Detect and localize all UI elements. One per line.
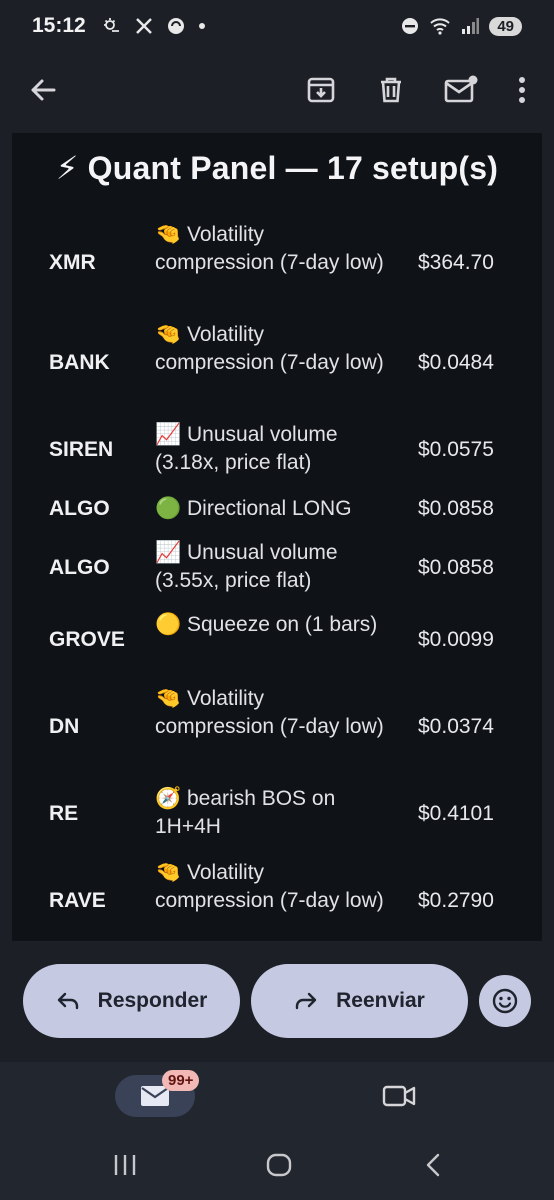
email-title: ⚡ Quant Panel — 17 setup(s) bbox=[55, 150, 499, 186]
reply-button[interactable]: Responder bbox=[23, 964, 240, 1038]
video-camera-icon bbox=[382, 1085, 416, 1107]
smiley-icon bbox=[492, 988, 518, 1014]
delete-button[interactable] bbox=[369, 68, 413, 112]
row-symbol: GROVE bbox=[49, 628, 125, 651]
row-text: Volatility compression (7-day low) bbox=[155, 687, 384, 738]
row-emoji: 📈 bbox=[155, 541, 182, 564]
unread-count-badge: 99+ bbox=[162, 1070, 200, 1091]
forward-button[interactable]: Reenviar bbox=[251, 964, 468, 1038]
row-price: $0.0858 bbox=[418, 497, 494, 520]
row-symbol: ALGO bbox=[49, 497, 110, 520]
row-description: 🤏 Volatility compression (7-day low) bbox=[155, 321, 385, 377]
bottom-navigation: 99+ bbox=[0, 1062, 554, 1200]
home-icon bbox=[266, 1153, 292, 1177]
row-price: $0.0484 bbox=[418, 351, 494, 374]
weather-icon bbox=[103, 18, 119, 32]
system-back-button[interactable] bbox=[422, 1152, 444, 1183]
app-bar bbox=[0, 52, 554, 132]
row-description: 🧭 bearish BOS on 1H+4H bbox=[155, 785, 385, 841]
row-text: Unusual volume (3.55x, price flat) bbox=[155, 541, 338, 592]
row-text: Volatility compression (7-day low) bbox=[155, 323, 384, 374]
row-description: 🟡 Squeeze on (1 bars) bbox=[155, 611, 385, 639]
mark-unread-button[interactable] bbox=[439, 68, 483, 112]
row-text: Squeeze on (1 bars) bbox=[187, 613, 378, 636]
row-emoji: 🤏 bbox=[155, 687, 182, 710]
archive-icon bbox=[307, 77, 335, 103]
row-symbol: DN bbox=[49, 715, 80, 738]
signal-icon bbox=[462, 18, 480, 34]
row-description: 🤏 Volatility compression (7-day low) bbox=[155, 859, 385, 915]
forward-icon bbox=[295, 992, 317, 1010]
row-symbol: ALGO bbox=[49, 556, 110, 579]
recents-icon bbox=[114, 1155, 136, 1175]
row-price: $364.70 bbox=[418, 251, 494, 274]
row-description: 🤏 Volatility compression (7-day low) bbox=[155, 221, 385, 277]
archive-button[interactable] bbox=[299, 68, 343, 112]
more-options-button[interactable] bbox=[500, 68, 544, 112]
row-emoji: 🤏 bbox=[155, 861, 182, 884]
row-description: 🤏 Volatility compression (7-day low) bbox=[155, 685, 385, 741]
arrow-left-icon bbox=[31, 79, 56, 101]
more-vert-icon bbox=[519, 77, 525, 103]
nav-meet[interactable] bbox=[382, 1082, 416, 1115]
row-emoji: 🟡 bbox=[155, 613, 182, 636]
row-symbol: XMR bbox=[49, 251, 96, 274]
emoji-reaction-button[interactable] bbox=[479, 975, 531, 1027]
row-text: Volatility compression (7-day low) bbox=[155, 223, 384, 274]
row-symbol: BANK bbox=[49, 351, 110, 374]
dnd-icon bbox=[402, 18, 419, 34]
status-time: 15:12 bbox=[32, 14, 86, 37]
row-symbol: SIREN bbox=[49, 438, 114, 461]
row-text: Unusual volume (3.18x, price flat) bbox=[155, 423, 338, 474]
row-emoji: 📈 bbox=[155, 423, 182, 446]
row-text: Volatility compression (7-day low) bbox=[155, 861, 384, 912]
row-price: $0.4101 bbox=[418, 802, 494, 825]
row-symbol: RE bbox=[49, 802, 79, 825]
chevron-left-icon bbox=[426, 1153, 440, 1177]
row-description: 🟢 Directional LONG bbox=[155, 495, 385, 523]
row-price: $0.0575 bbox=[418, 438, 494, 461]
row-description: 📈 Unusual volume (3.18x, price flat) bbox=[155, 421, 385, 477]
status-notification-icons bbox=[102, 16, 206, 36]
row-emoji: 🤏 bbox=[155, 223, 182, 246]
row-emoji: 🤏 bbox=[155, 323, 182, 346]
row-text: bearish BOS on 1H+4H bbox=[155, 787, 336, 838]
row-symbol: RAVE bbox=[49, 889, 106, 912]
row-price: $0.0099 bbox=[418, 628, 494, 651]
reply-label: Responder bbox=[97, 989, 208, 1012]
row-price: $0.2790 bbox=[418, 889, 494, 912]
recents-button[interactable] bbox=[112, 1152, 138, 1183]
email-body: ⚡ Quant Panel — 17 setup(s) XMR 🤏 Volati… bbox=[12, 133, 542, 941]
forward-label: Reenviar bbox=[336, 989, 425, 1012]
mark-unread-icon bbox=[444, 75, 478, 103]
row-text: Directional LONG bbox=[187, 497, 352, 520]
row-price: $0.0374 bbox=[418, 715, 494, 738]
row-description: 📈 Unusual volume (3.55x, price flat) bbox=[155, 539, 385, 595]
trash-icon bbox=[381, 77, 401, 103]
home-button[interactable] bbox=[265, 1152, 293, 1183]
chat-app-icon bbox=[167, 18, 184, 34]
row-emoji: 🧭 bbox=[155, 787, 182, 810]
battery-indicator: 49 bbox=[489, 16, 522, 36]
status-bar: 15:12 49 bbox=[0, 0, 554, 52]
reply-icon bbox=[57, 992, 78, 1010]
x-app-icon bbox=[135, 18, 152, 34]
dot-icon bbox=[198, 23, 205, 29]
back-button[interactable] bbox=[24, 70, 64, 110]
row-emoji: 🟢 bbox=[155, 497, 182, 520]
wifi-icon bbox=[430, 18, 451, 35]
row-price: $0.0858 bbox=[418, 556, 494, 579]
